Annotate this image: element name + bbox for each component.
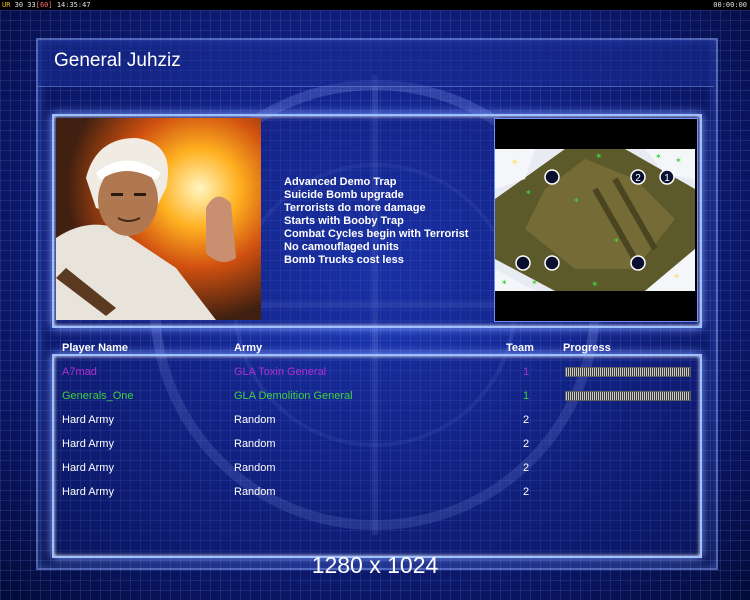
trait-item: Advanced Demo Trap	[284, 176, 397, 188]
player-name: Hard Army	[62, 414, 114, 426]
svg-text:✶: ✶	[673, 272, 680, 281]
debug-clock: 00:00:00	[713, 1, 747, 9]
start-position-1: 1	[659, 169, 675, 185]
resolution-label: 1280 x 1024	[311, 552, 439, 578]
player-row: Hard Army Random 2	[0, 412, 750, 428]
general-traits-list: Advanced Demo Trap Suicide Bomb upgrade …	[284, 176, 468, 267]
svg-text:✶: ✶	[655, 152, 662, 161]
player-name: Hard Army	[62, 462, 114, 474]
player-army: Random	[234, 414, 276, 426]
trait-item: Bomb Trucks cost less	[284, 254, 404, 266]
player-row: Hard Army Random 2	[0, 436, 750, 452]
player-name: Hard Army	[62, 438, 114, 450]
player-team: 2	[523, 414, 530, 426]
progress-bar	[565, 367, 691, 377]
general-portrait	[56, 118, 261, 320]
player-team: 2	[523, 486, 530, 498]
svg-text:✶: ✶	[675, 156, 682, 165]
player-army: Random	[234, 438, 276, 450]
player-team: 2	[523, 438, 530, 450]
player-row: A7mad GLA Toxin General 1	[0, 364, 750, 380]
map-preview: 2 1 ✶ ✶ ✶ ✶ ✶ ✶ ✶ ✶ ✶ ✶ ✶	[494, 118, 698, 322]
loading-screen: UR 30 33[60] 14:35:47 00:00:00 General J…	[0, 0, 750, 600]
general-title: General Juhziz	[54, 50, 181, 71]
player-army: Random	[234, 462, 276, 474]
trait-item: Starts with Booby Trap	[284, 215, 404, 227]
debug-stats: UR 30 33[60] 14:35:47	[2, 1, 91, 9]
svg-text:1: 1	[664, 173, 670, 184]
column-player-name: Player Name	[62, 342, 129, 354]
trait-item: Suicide Bomb upgrade	[284, 189, 404, 201]
column-progress: Progress	[563, 342, 611, 354]
player-army: GLA Toxin General	[234, 366, 327, 378]
trait-item: Terrorists do more damage	[284, 202, 426, 214]
start-position-2: 2	[630, 169, 646, 185]
player-team: 2	[523, 462, 530, 474]
trait-item: Combat Cycles begin with Terrorist	[284, 228, 469, 240]
progress-bar	[565, 391, 691, 401]
column-army: Army	[234, 342, 263, 354]
player-row: Generals_One GLA Demolition General 1	[0, 388, 750, 404]
svg-text:2: 2	[635, 173, 641, 184]
player-name: Generals_One	[62, 390, 134, 402]
debug-bar: UR 30 33[60] 14:35:47 00:00:00	[0, 0, 750, 10]
svg-text:✶: ✶	[525, 188, 532, 197]
player-team: 1	[523, 390, 530, 402]
player-row: Hard Army Random 2	[0, 460, 750, 476]
players-panel	[52, 354, 702, 558]
player-row: Hard Army Random 2	[0, 484, 750, 500]
player-army: Random	[234, 486, 276, 498]
svg-text:✶: ✶	[613, 236, 620, 245]
svg-text:✶: ✶	[501, 278, 508, 287]
svg-text:✶: ✶	[591, 279, 599, 289]
player-name: A7mad	[62, 366, 97, 378]
svg-text:✶: ✶	[595, 151, 603, 161]
player-team: 1	[523, 366, 530, 378]
player-name: Hard Army	[62, 486, 114, 498]
svg-text:✶: ✶	[531, 278, 538, 287]
trait-item: No camouflaged units	[284, 241, 399, 253]
svg-text:✶: ✶	[511, 157, 519, 167]
column-team: Team	[506, 342, 534, 354]
player-army: GLA Demolition General	[234, 390, 353, 402]
svg-text:✶: ✶	[573, 196, 580, 205]
